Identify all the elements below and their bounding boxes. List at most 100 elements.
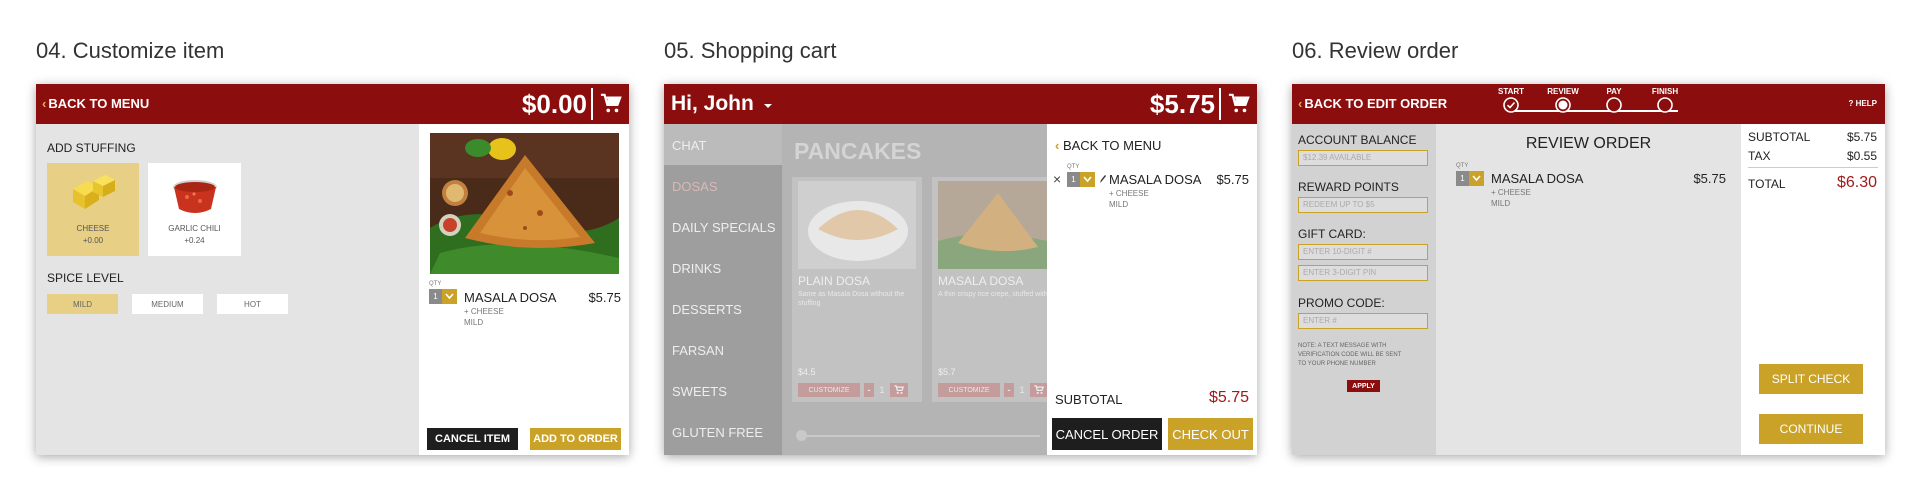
customize-button[interactable]: CUSTOMIZE [798,383,860,397]
review-order-title: REVIEW ORDER [1525,135,1652,152]
spice-level-label: SPICE LEVEL [47,271,124,285]
category-item[interactable]: DAILY SPECIALS [672,220,776,235]
note-text: VERIFICATION CODE WILL BE SENT [1298,352,1402,358]
qty-select[interactable]: 1 [1456,171,1484,186]
stuffing-price: +0.00 [82,236,104,245]
split-check-button[interactable]: SPLIT CHECK [1759,364,1863,394]
scrollbar[interactable] [800,435,1040,437]
item-name: MASALA DOSA [1109,172,1202,187]
step-label: PAY [1606,87,1622,96]
tax-label: TAX [1748,149,1771,163]
menu-area-dimmed: PANCAKES PLAIN DOSA Same as Masala Dosa … [782,124,1056,455]
cart-panel: ‹ BACK TO MENU × QTY 1 MASALA DOSA $5.75… [1047,124,1257,455]
add-to-order-button[interactable]: ADD TO ORDER [530,428,621,450]
plain-dosa-image [798,181,916,269]
promo-code-input[interactable]: ENTER # [1298,313,1428,329]
reward-points-field[interactable]: REDEEM UP TO $5 [1298,197,1428,213]
cart-button[interactable] [591,88,627,120]
back-to-edit-order-link[interactable]: ‹ BACK TO EDIT ORDER [1298,96,1447,111]
gift-card-number-input[interactable]: ENTER 10-DIGIT # [1298,244,1428,260]
apply-button[interactable]: APPLY [1347,380,1380,392]
menu-item-name: PLAIN DOSA [798,274,871,288]
section-title: PANCAKES [794,138,922,164]
step-pay: PAY [1602,87,1626,118]
item-name: MASALA DOSA [464,290,557,305]
cancel-order-button[interactable]: CANCEL ORDER [1052,418,1162,450]
gift-card-pin-input[interactable]: ENTER 3-DIGIT PIN [1298,265,1428,281]
stuffing-name: CHEESE [76,224,110,233]
chevron-down-icon [445,293,454,300]
cart-icon [1034,385,1044,394]
check-circle-icon [1503,97,1519,113]
subtotal-value: $5.75 [1846,130,1877,144]
add-cart-button[interactable] [1030,383,1048,397]
spice-mild-button[interactable]: MILD [47,294,118,314]
stuffing-option-garlic-chili[interactable]: GARLIC CHILI +0.24 [148,163,241,256]
add-cart-button[interactable] [890,383,908,397]
category-item[interactable]: GLUTEN FREE [672,425,763,440]
category-item[interactable]: FARSAN [672,343,724,358]
step-finish: FINISH [1647,87,1683,118]
menu-item-price: $4.5 [798,367,816,377]
back-to-menu-link[interactable]: ‹ BACK TO MENU [1055,138,1161,153]
qty-decrement-button[interactable]: - [1004,383,1014,397]
menu-item-desc: Same as Masala Dosa without the stuffing [798,291,905,307]
item-modifier-spice: MILD [1109,200,1129,209]
qty-value: 1 [429,289,442,304]
category-item[interactable]: SWEETS [672,384,727,399]
subtotal-label: SUBTOTAL [1055,392,1123,407]
cart-total: $5.75 [1149,89,1215,119]
remove-item-icon[interactable]: × [1053,171,1061,187]
edit-pencil-icon[interactable] [1099,174,1107,184]
promo-code-label: PROMO CODE: [1298,296,1385,310]
category-sidebar: CHAT DOSAS DAILY SPECIALS DRINKS DESSERT… [664,124,782,455]
qty-value: 1 [1067,172,1080,187]
header: ‹ BACK TO EDIT ORDER START REVIEW PAY FIN… [1292,84,1885,124]
qty-decrement-button[interactable]: - [864,383,874,397]
greeting: Hi, John [671,92,754,115]
panel-title-customize: 04. Customize item [36,38,225,63]
checkout-button[interactable]: CHECK OUT [1168,418,1253,450]
cancel-item-button[interactable]: CANCEL ITEM [427,428,518,450]
stuffing-price: +0.24 [184,236,205,245]
stuffing-name: GARLIC CHILI [168,224,221,233]
cart-icon [1228,93,1250,113]
cart-total: $0.00 [521,89,587,119]
total-value: $6.30 [1836,174,1877,191]
qty-select[interactable]: 1 [1067,172,1095,187]
user-menu[interactable]: Hi, John [671,92,773,116]
chevron-left-icon: ‹ [1298,96,1303,111]
continue-button[interactable]: CONTINUE [1759,414,1863,444]
chevron-left-icon: ‹ [42,96,47,111]
spice-hot-button[interactable]: HOT [217,294,288,314]
qty-select[interactable]: 1 [429,289,457,304]
menu-item-desc: A thin crispy rice crepe, stuffed with s… [938,291,1050,298]
gift-card-label: GIFT CARD: [1298,227,1366,241]
item-modifier-spice: MILD [1491,199,1511,208]
category-item[interactable]: DRINKS [672,261,721,276]
step-label: REVIEW [1547,87,1579,96]
item-name: MASALA DOSA [1491,171,1584,186]
account-balance-field[interactable]: $12.39 AVAILABLE [1298,150,1428,166]
category-item[interactable]: CHAT [672,138,706,153]
category-item[interactable]: DESSERTS [672,302,742,317]
customize-screen: ‹ BACK TO MENU $0.00 ADD STUFFING CHEESE … [36,84,629,455]
caret-down-icon [763,104,772,108]
back-to-menu-link[interactable]: ‹ BACK TO MENU [42,96,149,111]
customize-button[interactable]: CUSTOMIZE [938,383,1000,397]
category-item-active[interactable]: DOSAS [672,179,718,194]
menu-card: MASALA DOSA A thin crispy rice crepe, st… [932,177,1056,402]
qty-label: QTY [1456,163,1469,169]
review-order-area: REVIEW ORDER QTY 1 MASALA DOSA $5.75 + C… [1436,124,1741,455]
step-circle-icon [1606,97,1622,113]
qty-value: 1 [1456,171,1469,186]
scroll-handle[interactable] [796,430,807,441]
note-text: NOTE: A TEXT MESSAGE WITH [1298,343,1387,349]
spice-medium-button[interactable]: MEDIUM [132,294,203,314]
cart-button[interactable] [1219,88,1255,120]
help-link[interactable]: ? HELP [1849,99,1877,108]
account-balance-label: ACCOUNT BALANCE [1298,133,1417,147]
stuffing-option-cheese[interactable]: CHEESE +0.00 [47,163,139,256]
item-price: $5.75 [1693,171,1726,186]
divider [1748,167,1878,168]
